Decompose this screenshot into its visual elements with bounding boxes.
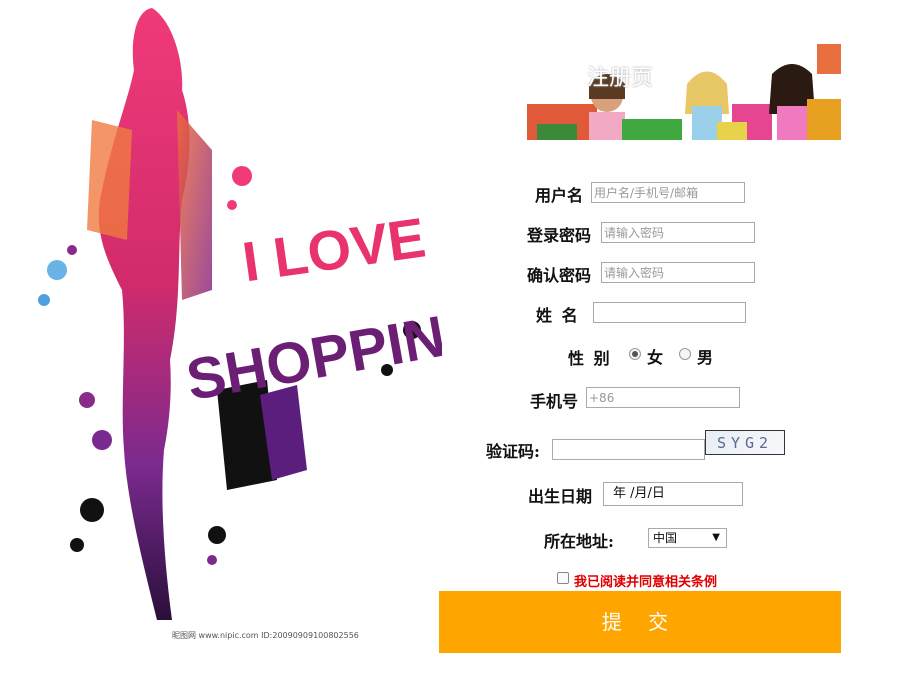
- captcha-input[interactable]: [552, 439, 705, 460]
- watermark-caption: 昵图网 www.nipic.com ID:20090909100802556: [172, 631, 359, 640]
- poster-line2: SHOPPING: [182, 296, 442, 413]
- chevron-down-icon: ▼: [712, 532, 720, 543]
- gender-label: 性 别: [568, 349, 612, 368]
- name-input[interactable]: [593, 302, 746, 323]
- username-label: 用户名: [535, 186, 584, 205]
- shoppers-photo: [527, 44, 841, 140]
- captcha-label: 验证码:: [486, 442, 540, 461]
- terms-checkbox[interactable]: [557, 572, 569, 584]
- location-select[interactable]: 中国 ▼: [648, 528, 727, 548]
- confirm-password-label: 确认密码: [527, 266, 592, 285]
- confirm-password-input[interactable]: [601, 262, 755, 283]
- phone-label: 手机号: [530, 392, 579, 411]
- shopping-girl-illustration: I LOVE SHOPPING: [38, 8, 442, 620]
- gender-male-label: 男: [697, 348, 714, 367]
- header-banner: 注册页: [527, 44, 841, 140]
- birthday-label: 出生日期: [528, 487, 593, 506]
- captcha-image[interactable]: SYG2: [705, 430, 785, 455]
- location-selected: 中国: [653, 531, 678, 545]
- poster-image: I LOVE SHOPPING 昵图网 www.nipic.com ID:200…: [32, 0, 442, 646]
- gender-female-radio[interactable]: [629, 348, 641, 360]
- phone-input[interactable]: [586, 387, 740, 408]
- name-label: 姓 名: [536, 306, 580, 325]
- submit-button[interactable]: 提 交: [439, 591, 841, 653]
- gender-male-radio[interactable]: [679, 348, 691, 360]
- password-label: 登录密码: [527, 226, 592, 245]
- terms-label[interactable]: 我已阅读并同意相关条例: [574, 571, 717, 590]
- password-input[interactable]: [601, 222, 755, 243]
- poster-line1: I LOVE: [239, 205, 430, 293]
- username-input[interactable]: [591, 182, 745, 203]
- location-label: 所在地址:: [544, 532, 614, 551]
- birthday-date-input[interactable]: 年 /月/日: [603, 482, 743, 506]
- banner-title: 注册页: [587, 66, 654, 91]
- gender-female-label: 女: [647, 348, 664, 367]
